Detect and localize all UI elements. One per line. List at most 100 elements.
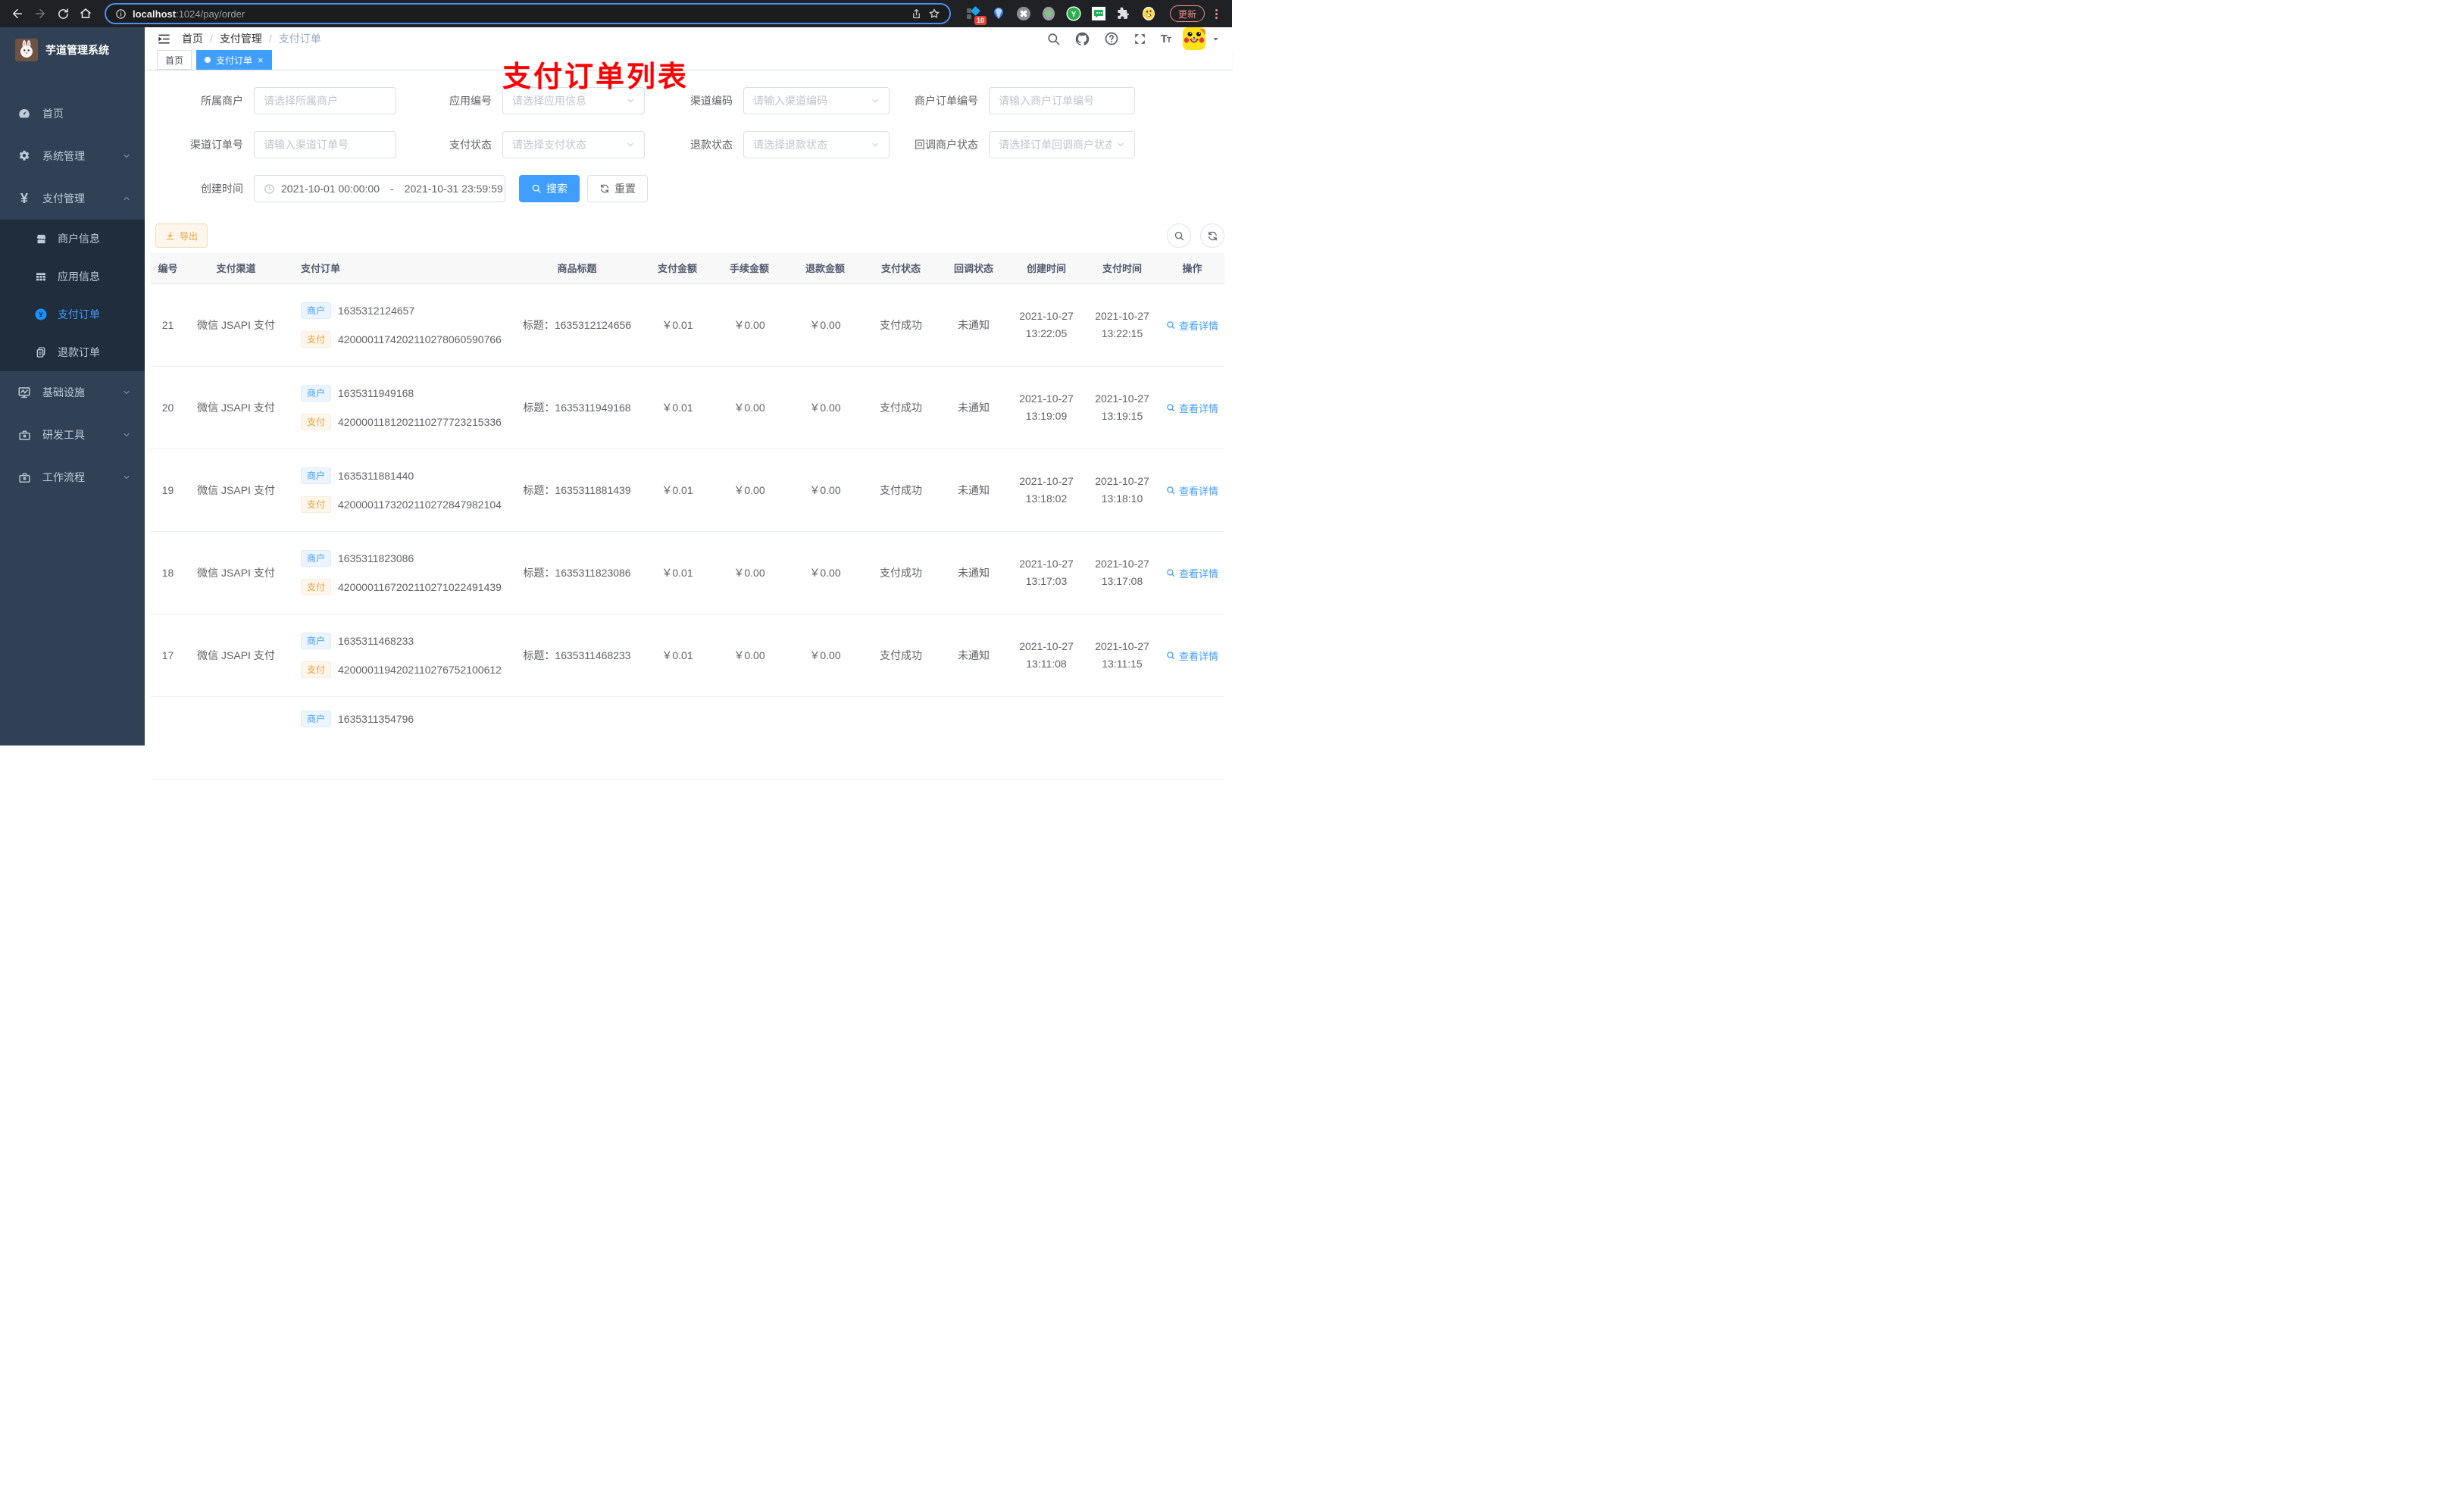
order-id: 21 <box>161 319 174 331</box>
app-title: 芋道管理系统 <box>45 44 109 56</box>
merchant-order-no: 1635311354796 <box>338 713 414 725</box>
sidebar-item-home[interactable]: 首页 <box>0 92 145 135</box>
column-header-7: 支付状态 <box>880 263 921 274</box>
forward-icon[interactable] <box>30 4 50 23</box>
extension-chat-icon[interactable] <box>1091 6 1106 21</box>
notify-status: 未通知 <box>958 649 990 661</box>
channel-code-select[interactable]: 请输入渠道编码 <box>743 87 890 114</box>
pay-status-select[interactable]: 请选择支付状态 <box>502 131 645 158</box>
merchant-tag: 商户 <box>301 302 332 319</box>
merchant-input[interactable]: 请选择所属商户 <box>254 87 396 114</box>
sidebar-item-dev-tools[interactable]: 研发工具 <box>0 414 145 456</box>
font-size-icon[interactable]: TT <box>1161 33 1171 45</box>
toggle-search-button[interactable] <box>1167 223 1191 248</box>
site-info-icon[interactable] <box>115 8 127 20</box>
callback-status-select[interactable]: 请选择订单回调商户状态 <box>989 131 1135 158</box>
create-time: 2021-10-27 13:22:05 <box>1019 310 1074 339</box>
column-header-8: 回调状态 <box>953 263 993 274</box>
sidebar-item-infrastructure[interactable]: 基础设施 <box>0 371 145 414</box>
create-time: 2021-10-27 13:19:09 <box>1019 392 1074 422</box>
close-icon[interactable] <box>258 55 264 66</box>
chevron-down-icon <box>122 473 131 482</box>
fee-amount: ￥0.00 <box>733 319 765 331</box>
chevron-down-icon <box>122 388 131 397</box>
sidebar-item-app-info[interactable]: 应用信息 <box>0 258 145 295</box>
home-icon[interactable] <box>76 4 95 23</box>
sidebar-item-pay-management[interactable]: ¥ 支付管理 <box>0 177 145 220</box>
column-header-3: 商品标题 <box>557 263 597 274</box>
extension-emoji-icon[interactable] <box>1141 6 1156 21</box>
view-detail-link[interactable]: 查看详情 <box>1166 566 1218 580</box>
product-title: 标题：1635311881439 <box>523 484 631 496</box>
chevron-down-icon <box>626 96 635 105</box>
sidebar-item-system[interactable]: 系统管理 <box>0 135 145 177</box>
breadcrumb-pay-management[interactable]: 支付管理 <box>220 31 262 46</box>
search-icon[interactable] <box>1046 30 1062 47</box>
pay-channel: 微信 JSAPI 支付 <box>197 567 275 579</box>
export-button[interactable]: 导出 <box>155 223 208 248</box>
row-actions: 查看详情 <box>1160 566 1224 580</box>
tab-pay-order[interactable]: 支付订单 <box>196 50 272 70</box>
fullscreen-icon[interactable] <box>1132 30 1149 47</box>
filter-channel-order-no: 渠道订单号 请输入渠道订单号 <box>151 131 396 158</box>
tab-home[interactable]: 首页 <box>157 50 192 70</box>
channel-order-no-input[interactable]: 请输入渠道订单号 <box>254 131 396 158</box>
filter-refund-status: 退款状态 请选择退款状态 <box>645 131 890 158</box>
product-title: 标题：1635311949168 <box>523 402 631 414</box>
url-bar[interactable]: localhost:1024/pay/order <box>105 3 951 24</box>
reset-button[interactable]: 重置 <box>587 175 648 202</box>
view-detail-link[interactable]: 查看详情 <box>1166 401 1218 415</box>
pay-order-cell: 商户 1635311949168 支付 42000011812021102777232… <box>287 385 511 430</box>
refund-status-select[interactable]: 请选择退款状态 <box>743 131 890 158</box>
github-icon[interactable] <box>1074 30 1091 47</box>
dashboard-icon <box>17 106 32 121</box>
extension-balloon-icon[interactable] <box>991 6 1006 21</box>
sidebar-item-label: 系统管理 <box>42 150 85 162</box>
pay-time: 2021-10-27 13:19:15 <box>1095 392 1149 422</box>
filter-app: 应用编号 请选择应用信息 <box>396 87 645 114</box>
breadcrumb-separator: / <box>210 33 213 45</box>
chevron-down-icon <box>626 140 635 149</box>
avatar[interactable] <box>1183 27 1205 50</box>
reload-icon[interactable] <box>53 4 73 23</box>
extension-diamond-icon[interactable]: 10 <box>966 6 987 25</box>
refresh-button[interactable] <box>1200 223 1224 248</box>
pay-amount: ￥0.01 <box>661 567 693 579</box>
caret-down-icon[interactable] <box>1212 35 1220 43</box>
gear-icon <box>17 148 32 164</box>
table-body: 21 微信 JSAPI 支付 商户 1635312124657 支付 4200001174… <box>151 284 1224 780</box>
create-time-range-input[interactable]: 2021-10-01 00:00:00 - 2021-10-31 23:59:5… <box>254 175 505 202</box>
extension-command-icon[interactable] <box>1016 6 1031 21</box>
breadcrumb-home[interactable]: 首页 <box>182 31 203 46</box>
column-header-4: 支付金额 <box>657 263 697 274</box>
merchant-order-no: 1635311823086 <box>338 552 414 564</box>
sidebar-item-merchant-info[interactable]: 商户信息 <box>0 220 145 258</box>
chrome-update-button[interactable]: 更新 <box>1169 5 1205 22</box>
view-detail-link[interactable]: 查看详情 <box>1166 649 1218 663</box>
extension-record-icon[interactable] <box>1041 6 1056 21</box>
sidebar-fold-icon[interactable] <box>157 32 171 46</box>
table-header: 编号 支付渠道 支付订单 商品标题 支付金额 手续金额 退款金额 支付状态 回调状态 创建时间 支付… <box>151 252 1224 284</box>
merchant-order-no-input[interactable]: 请输入商户订单编号 <box>989 87 1135 114</box>
view-detail-link[interactable]: 查看详情 <box>1166 318 1218 333</box>
sidebar-item-refund-order[interactable]: 退款订单 <box>0 333 145 371</box>
share-icon[interactable] <box>911 8 922 20</box>
sidebar-item-workflow[interactable]: 工作流程 <box>0 456 145 499</box>
view-detail-link[interactable]: 查看详情 <box>1166 483 1218 498</box>
bookmark-star-icon[interactable] <box>928 8 940 20</box>
browser-menu-icon[interactable] <box>1211 8 1221 19</box>
sidebar-item-pay-order[interactable]: ¥ 支付订单 <box>0 295 145 333</box>
url-text: localhost:1024/pay/order <box>133 8 245 20</box>
app-select[interactable]: 请选择应用信息 <box>502 87 645 114</box>
search-button-label: 搜索 <box>546 183 568 195</box>
search-button[interactable]: 搜索 <box>519 175 580 202</box>
pay-amount: ￥0.01 <box>661 649 693 661</box>
extension-y-icon[interactable]: Y <box>1066 6 1081 21</box>
placeholder: 请选择支付状态 <box>512 139 586 151</box>
extensions-puzzle-icon[interactable] <box>1116 6 1131 21</box>
table-row: 21 微信 JSAPI 支付 商户 1635312124657 支付 4200001174… <box>151 284 1224 367</box>
notify-status: 未通知 <box>958 567 990 579</box>
app-logo[interactable]: 芋道管理系统 <box>0 27 145 73</box>
help-icon[interactable] <box>1103 30 1120 47</box>
back-icon[interactable] <box>8 4 27 23</box>
